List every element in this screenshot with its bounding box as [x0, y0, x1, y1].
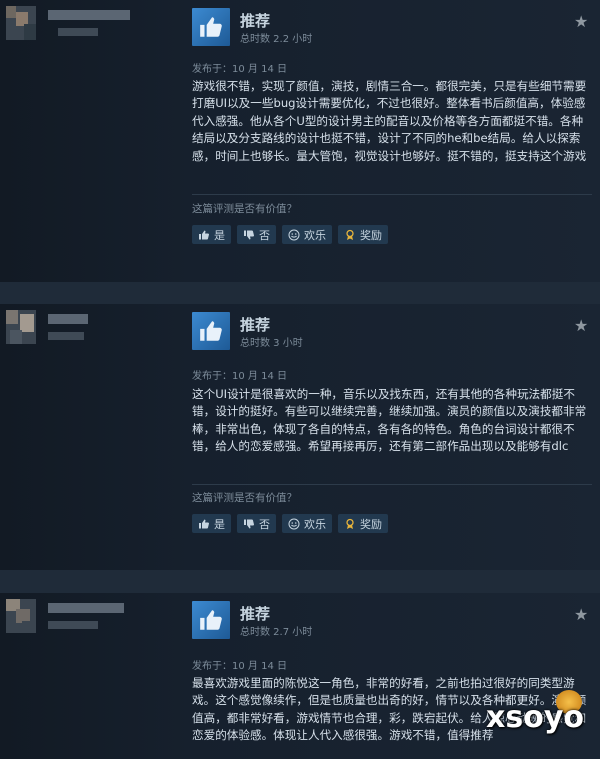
thumbs-down-icon [243, 229, 255, 241]
playtime: 总时数 2.2 小时 [240, 34, 313, 45]
recommendation-label: 推荐 [240, 605, 271, 623]
vote-funny-button[interactable]: 欢乐 [282, 514, 332, 533]
vote-yes-button[interactable]: 是 [192, 514, 231, 533]
username[interactable] [48, 10, 130, 20]
review-body: 游戏很不错，实现了颜值，演技，剧情三合一。都很完美，只是有些细节需要打磨UI以及… [192, 79, 587, 163]
vote-funny-label: 欢乐 [304, 228, 326, 242]
posted-date: 发布于：10 月 14 日 [192, 64, 287, 75]
avatar[interactable] [6, 310, 36, 344]
vote-yes-button[interactable]: 是 [192, 225, 231, 244]
watermark: xsoyo [486, 700, 584, 735]
star-icon[interactable]: ★ [574, 318, 590, 334]
vote-no-label: 否 [259, 517, 270, 531]
review-card: 推荐 总时数 2.2 小时 ★ 发布于：10 月 14 日 游戏很不错，实现了颜… [0, 0, 600, 282]
playtime: 总时数 3 小时 [240, 338, 303, 349]
user-meta [58, 28, 98, 36]
vote-funny-label: 欢乐 [304, 517, 326, 531]
award-button[interactable]: 奖励 [338, 225, 388, 244]
review-gap [0, 570, 600, 593]
award-label: 奖励 [360, 517, 382, 531]
vote-no-label: 否 [259, 228, 270, 242]
vote-yes-label: 是 [214, 517, 225, 531]
avatar[interactable] [6, 599, 36, 633]
user-meta [48, 621, 98, 629]
posted-date: 发布于：10 月 14 日 [192, 661, 287, 672]
award-button[interactable]: 奖励 [338, 514, 388, 533]
award-label: 奖励 [360, 228, 382, 242]
vote-funny-button[interactable]: 欢乐 [282, 225, 332, 244]
recommendation-label: 推荐 [240, 12, 271, 30]
thumbs-up-icon [192, 601, 230, 639]
helpful-prompt: 这篇评测是否有价值？ [192, 203, 297, 215]
thumbs-down-icon [243, 518, 255, 530]
thumbs-up-icon [192, 312, 230, 350]
review-gap [0, 282, 600, 304]
star-icon[interactable]: ★ [574, 607, 590, 623]
vote-yes-label: 是 [214, 228, 225, 242]
helpful-prompt: 这篇评测是否有价值？ [192, 492, 297, 504]
posted-date: 发布于：10 月 14 日 [192, 371, 287, 382]
award-icon [344, 229, 356, 241]
thumbs-up-icon [192, 8, 230, 46]
vote-buttons: 是 否 欢乐 奖励 [192, 514, 388, 533]
username[interactable] [48, 603, 124, 613]
smiley-icon [288, 518, 300, 530]
star-icon[interactable]: ★ [574, 14, 590, 30]
playtime: 总时数 2.7 小时 [240, 627, 313, 638]
review-card: 推荐 总时数 3 小时 ★ 发布于：10 月 14 日 这个UI设计是很喜欢的一… [0, 304, 600, 570]
avatar[interactable] [6, 6, 36, 40]
thumbs-up-icon [198, 229, 210, 241]
vote-no-button[interactable]: 否 [237, 514, 276, 533]
smiley-icon [288, 229, 300, 241]
user-meta [48, 332, 84, 340]
divider [192, 194, 592, 195]
divider [192, 484, 592, 485]
recommendation-label: 推荐 [240, 316, 271, 334]
username[interactable] [48, 314, 88, 324]
thumbs-up-icon [198, 518, 210, 530]
review-body: 这个UI设计是很喜欢的一种，音乐以及找东西，还有其他的各种玩法都挺不错，设计的挺… [192, 387, 587, 454]
vote-no-button[interactable]: 否 [237, 225, 276, 244]
award-icon [344, 518, 356, 530]
vote-buttons: 是 否 欢乐 奖励 [192, 225, 388, 244]
